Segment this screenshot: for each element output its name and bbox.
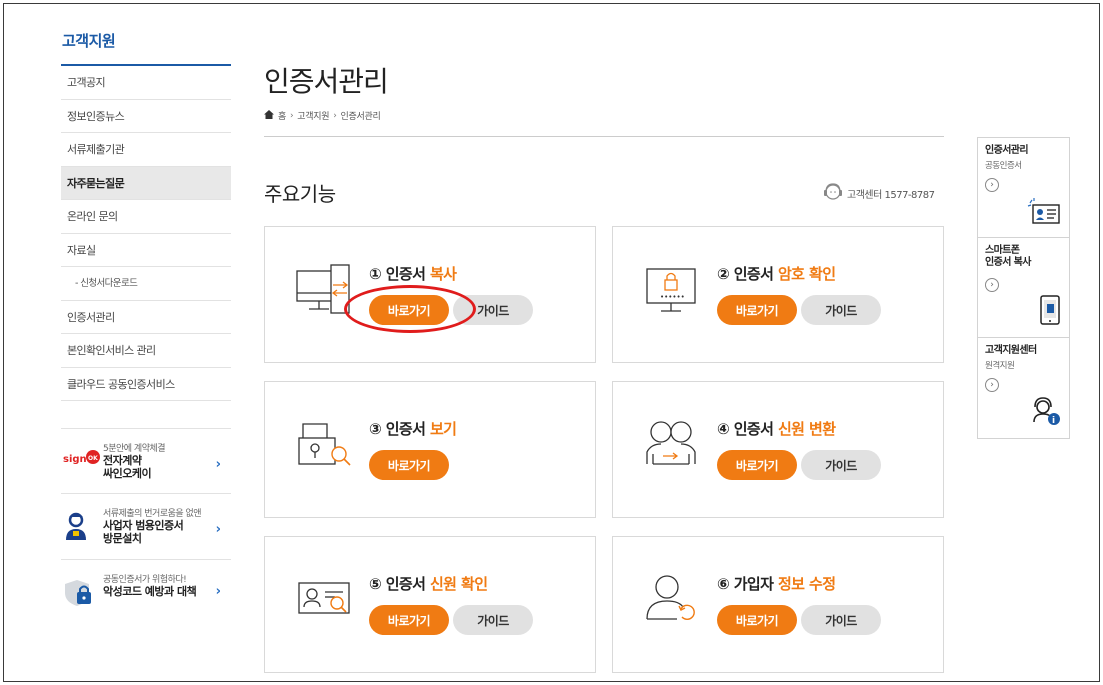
promo-signok-small: 5분안에 계약체결 [103, 444, 166, 454]
section-title: 주요기능 [264, 182, 336, 206]
cert-copy-go-button[interactable]: 바로가기 [369, 295, 449, 325]
installer-person-icon [63, 512, 89, 546]
promo-business-cert[interactable]: 서류제출의 번거로움을 없앤 사업자 범용인증서 방문설치 › [61, 494, 231, 560]
card-identity-transfer: ④ 인증서 신원 변환 바로가기 가이드 [612, 381, 944, 518]
card-title: ⑤ 인증서 신원 확인 [369, 575, 488, 593]
id-card-icon [1027, 197, 1061, 229]
identity-transfer-go-button[interactable]: 바로가기 [717, 450, 797, 480]
page-title: 인증서관리 [264, 65, 389, 98]
subscriber-info-go-button[interactable]: 바로가기 [717, 605, 797, 635]
card-title: ③ 인증서 보기 [369, 420, 457, 438]
copy-monitor-icon [295, 263, 359, 319]
breadcrumb-home[interactable]: 홈 [278, 109, 286, 122]
card-title: ① 인증서 복사 [369, 265, 457, 283]
sidebar-menu: 고객공지 정보인증뉴스 서류제출기관 자주묻는질문 온라인 문의 자료실 - 신… [61, 64, 231, 401]
svg-text:••••••: •••••• [660, 293, 685, 301]
cert-search-icon [295, 418, 359, 474]
quick-item-smartphone-copy[interactable]: 스마트폰 인증서 복사 › [978, 238, 1069, 338]
user-refresh-icon [643, 573, 707, 629]
sidebar-item-form-download[interactable]: - 신청서다운로드 [61, 267, 231, 301]
card-cert-view: ③ 인증서 보기 바로가기 [264, 381, 596, 518]
divider [264, 136, 944, 137]
smartphone-icon [1039, 295, 1061, 329]
chevron-right-icon: › [215, 522, 221, 537]
subscriber-info-guide-button[interactable]: 가이드 [801, 605, 881, 635]
svg-text:OK: OK [88, 455, 98, 462]
customer-center: 고객센터 1577-8787 [822, 182, 935, 205]
cert-password-go-button[interactable]: 바로가기 [717, 295, 797, 325]
breadcrumb-level2: 인증서관리 [340, 112, 381, 122]
card-cert-copy: ① 인증서 복사 바로가기 가이드 [264, 226, 596, 363]
signok-logo: sign OK [63, 447, 103, 473]
breadcrumb-separator: › [289, 110, 294, 121]
promo-business-cert-text: 사업자 범용인증서 방문설치 [103, 519, 184, 545]
id-card-search-icon [295, 573, 359, 629]
promo-malware[interactable]: 공동인증서가 위험하다! 악성코드 예방과 대책 › [61, 560, 231, 626]
identity-check-go-button[interactable]: 바로가기 [369, 605, 449, 635]
identity-check-guide-button[interactable]: 가이드 [453, 605, 533, 635]
chevron-right-icon: › [215, 457, 221, 472]
sidebar-item-online-inquiry[interactable]: 온라인 문의 [61, 200, 231, 234]
cert-copy-guide-button[interactable]: 가이드 [453, 295, 533, 325]
card-title: ④ 인증서 신원 변환 [717, 420, 836, 438]
card-identity-check: ⑤ 인증서 신원 확인 바로가기 가이드 [264, 536, 596, 673]
home-icon[interactable] [264, 109, 274, 122]
page-frame: 고객지원 고객공지 정보인증뉴스 서류제출기관 자주묻는질문 온라인 문의 자료… [3, 3, 1100, 682]
identity-transfer-icon [643, 418, 707, 474]
headset-icon [822, 182, 844, 205]
card-cert-password: •••••• ② 인증서 암호 확인 바로가기 가이드 [612, 226, 944, 363]
shield-lock-icon [63, 578, 97, 612]
chevron-circle-icon: › [985, 178, 999, 192]
promo-malware-small: 공동인증서가 위험하다! [103, 575, 187, 585]
sidebar-item-notice[interactable]: 고객공지 [61, 66, 231, 100]
cert-password-guide-button[interactable]: 가이드 [801, 295, 881, 325]
sidebar-item-news[interactable]: 정보인증뉴스 [61, 100, 231, 133]
promo-signok[interactable]: sign OK 5분안에 계약체결 전자계약 싸인오케이 › [61, 428, 231, 494]
quick-item-cert-management[interactable]: 인증서관리 공동인증서 › [978, 138, 1069, 238]
card-title: ② 인증서 암호 확인 [717, 265, 836, 283]
sidebar-item-archive[interactable]: 자료실 [61, 234, 231, 267]
svg-text:sign: sign [63, 454, 87, 465]
sidebar-item-identity-service[interactable]: 본인확인서비스 관리 [61, 334, 231, 368]
quick-menu: 인증서관리 공동인증서 › 스마트폰 인증서 복사 › 고객지원센터 원격지원 … [977, 137, 1070, 439]
identity-transfer-guide-button[interactable]: 가이드 [801, 450, 881, 480]
card-subscriber-info: ⑥ 가입자 정보 수정 바로가기 가이드 [612, 536, 944, 673]
headset-agent-icon: i [1031, 396, 1061, 430]
promo-business-cert-small: 서류제출의 번거로움을 없앤 [103, 509, 202, 519]
cert-view-go-button[interactable]: 바로가기 [369, 450, 449, 480]
promo-malware-text: 악성코드 예방과 대책 [103, 585, 197, 598]
quick-item-support-center[interactable]: 고객지원센터 원격지원 › i [978, 338, 1069, 438]
sidebar-item-cert-management[interactable]: 인증서관리 [61, 301, 231, 334]
lock-monitor-icon: •••••• [643, 263, 707, 319]
breadcrumb: 홈 › 고객지원 › 인증서관리 [264, 109, 381, 122]
svg-text:i: i [1052, 416, 1055, 426]
chevron-right-icon: › [215, 584, 221, 599]
sidebar-item-cloud-cert[interactable]: 클라우드 공동인증서비스 [61, 368, 231, 401]
breadcrumb-separator: › [333, 110, 337, 121]
card-title: ⑥ 가입자 정보 수정 [717, 575, 836, 593]
sidebar-item-faq[interactable]: 자주묻는질문 [61, 166, 231, 200]
sidebar-item-submission-agencies[interactable]: 서류제출기관 [61, 133, 231, 167]
sidebar-title: 고객지원 [62, 32, 116, 50]
chevron-circle-icon: › [985, 378, 999, 392]
promo-signok-text: 전자계약 싸인오케이 [103, 454, 152, 480]
breadcrumb-level1[interactable]: 고객지원 [297, 109, 329, 122]
chevron-circle-icon: › [985, 278, 999, 292]
